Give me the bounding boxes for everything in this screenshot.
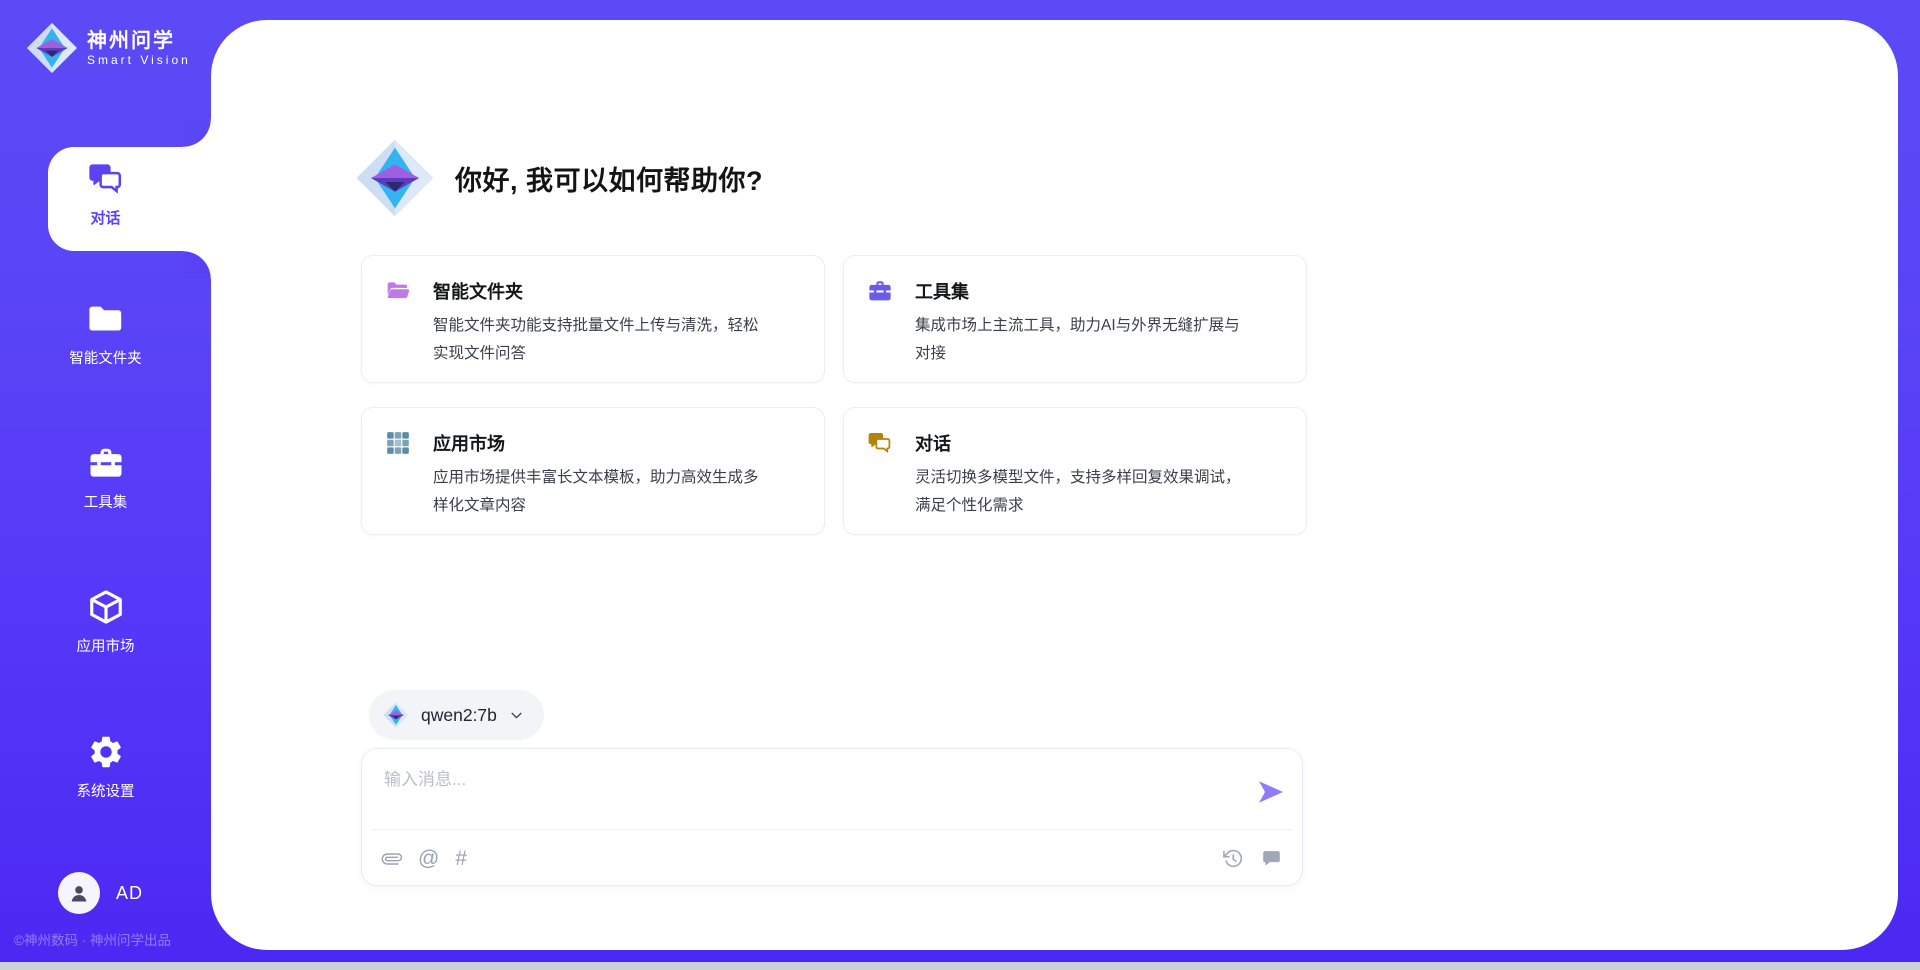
sidebar-item-chat[interactable]: 对话 — [0, 160, 211, 228]
attachment-icon[interactable] — [382, 849, 402, 869]
sidebar-item-label: 对话 — [90, 207, 120, 228]
card-description: 集成市场上主流工具，助力AI与外界无缝扩展与对接 — [915, 312, 1251, 368]
message-composer: @ # — [361, 748, 1303, 886]
brand-diamond-icon — [26, 22, 78, 74]
card-description: 智能文件夹功能支持批量文件上传与清洗，轻松实现文件问答 — [433, 312, 769, 368]
model-diamond-icon — [383, 702, 409, 728]
gear-icon — [87, 733, 125, 771]
composer-toolbar: @ # — [382, 830, 1282, 887]
active-tab-curve-bottom — [183, 251, 211, 279]
copyright-text: ©神州数码 · 神州问学出品 — [14, 929, 198, 949]
sidebar: 神州问学 Smart Vision 对话 智能文件夹 工具集 — [0, 0, 211, 970]
chevron-down-icon — [509, 708, 524, 723]
active-tab-curve-top — [183, 119, 211, 147]
card-title: 工具集 — [915, 278, 969, 304]
greeting-header: 你好, 我可以如何帮助你? — [355, 138, 763, 218]
sidebar-item-smart-folder[interactable]: 智能文件夹 — [0, 300, 211, 368]
user-avatar-icon — [66, 880, 92, 906]
history-icon[interactable] — [1222, 848, 1243, 869]
toolbox-icon — [867, 278, 893, 304]
send-button[interactable] — [1256, 777, 1286, 807]
card-toolset[interactable]: 工具集 集成市场上主流工具，助力AI与外界无缝扩展与对接 — [843, 255, 1307, 383]
model-name: qwen2:7b — [421, 705, 497, 726]
greeting-title: 你好, 我可以如何帮助你? — [455, 159, 763, 198]
hero-diamond-icon — [355, 138, 435, 218]
send-icon — [1256, 777, 1286, 807]
message-input[interactable] — [384, 765, 1234, 823]
avatar — [58, 872, 100, 914]
card-chat[interactable]: 对话 灵活切换多模型文件，支持多样回复效果调试，满足个性化需求 — [843, 407, 1307, 535]
app-logo: 神州问学 Smart Vision — [26, 22, 191, 74]
user-profile[interactable]: AD — [58, 872, 143, 914]
folder-open-icon — [385, 278, 411, 304]
card-title: 智能文件夹 — [433, 278, 523, 304]
sidebar-item-label: 系统设置 — [77, 780, 135, 801]
brand-subtitle: Smart Vision — [87, 53, 191, 67]
user-name: AD — [116, 883, 143, 904]
chat-icon — [87, 160, 125, 198]
card-app-market[interactable]: 应用市场 应用市场提供丰富长文本模板，助力高效生成多样化文章内容 — [361, 407, 825, 535]
toolbox-icon — [87, 444, 125, 482]
sidebar-item-toolset[interactable]: 工具集 — [0, 444, 211, 512]
card-description: 灵活切换多模型文件，支持多样回复效果调试，满足个性化需求 — [915, 464, 1251, 520]
brand-name: 神州问学 — [87, 29, 191, 53]
horizontal-scrollbar[interactable] — [0, 962, 1920, 970]
feature-cards: 智能文件夹 智能文件夹功能支持批量文件上传与清洗，轻松实现文件问答 工具集 集成… — [361, 255, 1307, 535]
grid-icon — [385, 430, 411, 456]
chat-icon — [867, 430, 893, 456]
sidebar-item-settings[interactable]: 系统设置 — [0, 733, 211, 801]
sidebar-item-label: 应用市场 — [77, 635, 135, 656]
hashtag-icon[interactable]: # — [455, 849, 467, 869]
card-title: 应用市场 — [433, 430, 505, 456]
card-smart-folder[interactable]: 智能文件夹 智能文件夹功能支持批量文件上传与清洗，轻松实现文件问答 — [361, 255, 825, 383]
sidebar-item-label: 工具集 — [84, 491, 128, 512]
card-description: 应用市场提供丰富长文本模板，助力高效生成多样化文章内容 — [433, 464, 769, 520]
sidebar-item-app-market[interactable]: 应用市场 — [0, 588, 211, 656]
folder-icon — [87, 300, 125, 338]
sidebar-item-label: 智能文件夹 — [69, 347, 142, 368]
mention-icon[interactable]: @ — [418, 849, 439, 869]
comment-icon[interactable] — [1261, 848, 1282, 869]
card-title: 对话 — [915, 430, 951, 456]
cube-icon — [87, 588, 125, 626]
model-selector[interactable]: qwen2:7b — [369, 690, 544, 740]
